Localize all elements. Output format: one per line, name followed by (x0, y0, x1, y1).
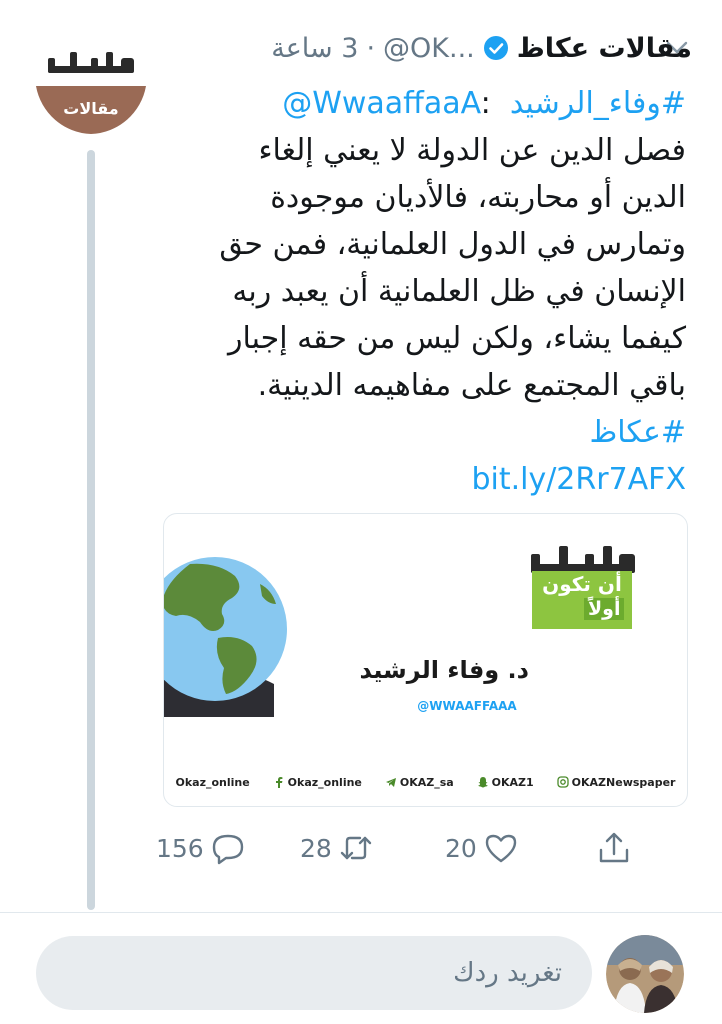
social-instagram: OKAZNewspaper (557, 775, 676, 789)
card-author-title: د. وفاء الرشيد (359, 656, 530, 684)
social-snapchat-text: OKAZ1 (491, 775, 534, 789)
text-line: الدين أو محاربته، فالأديان موجودة (270, 180, 686, 215)
retweet-count: 28 (300, 833, 332, 863)
social-telegram-text: OKAZ_sa (399, 775, 454, 789)
text-line: وتمارس في الدول العلمانية، فمن حق (219, 227, 686, 262)
hashtag-wafaa[interactable]: #وفاء_الرشيد (510, 86, 686, 121)
reply-input[interactable] (36, 936, 592, 1010)
like-button[interactable]: 20 (445, 826, 519, 870)
globe-icon (164, 557, 287, 701)
share-button[interactable] (596, 826, 632, 870)
text-line: كيفما يشاء، ولكن ليس من حقه إجبار (228, 321, 686, 356)
social-snapchat: OKAZ1 (477, 776, 534, 789)
divider (0, 912, 722, 913)
instagram-icon (557, 776, 569, 788)
facebook-icon (275, 777, 283, 788)
snapchat-icon (477, 777, 488, 788)
reply-icon (212, 834, 243, 865)
author-name[interactable]: مقالات عكاظ (517, 33, 692, 64)
social-telegram: OKAZ_sa (385, 776, 454, 789)
tweet-text: #وفاء_الرشيد @WwaaffaaA: فصل الدين عن ال… (166, 80, 686, 503)
card-social-footer: Okaz_online Okaz_online OKAZ_sa OKAZ1 OK… (164, 772, 687, 792)
reply-count: 156 (156, 833, 204, 863)
hashtag-okaz[interactable]: #عكاظ (166, 409, 687, 456)
social-twitter: Okaz_online (175, 776, 249, 789)
mention-link[interactable]: @WwaaffaaA (282, 86, 480, 121)
avatar-label: مقالات (63, 99, 118, 118)
mention-colon: : (480, 86, 491, 121)
short-link[interactable]: bit.ly/2Rr7AFX (166, 456, 686, 503)
telegram-icon (385, 778, 396, 787)
retweet-button[interactable]: 28 (300, 826, 374, 870)
slogan-line-1: أن تكون (542, 572, 622, 596)
social-facebook: Okaz_online (273, 776, 362, 789)
author-handle[interactable]: @OK... (383, 33, 475, 64)
like-count: 20 (445, 833, 477, 863)
tweet-time[interactable]: 3 ساعة (271, 33, 358, 64)
retweet-icon (340, 836, 372, 860)
slogan-line-2: أولاً (584, 598, 625, 620)
social-twitter-text: Okaz_online (175, 775, 250, 789)
heart-icon (485, 834, 517, 863)
share-icon (599, 832, 629, 863)
reply-button[interactable]: 156 (156, 826, 246, 870)
tweet-header: مقالات عكاظ @OK... · 3 ساعة (271, 26, 692, 70)
link-card[interactable]: أن تكون أولاً د. وفاء الرشيد @WWAAFFAAA … (163, 513, 688, 807)
card-author-handle: @WWAAFFAAA (417, 699, 517, 713)
social-facebook-text: Okaz_online (287, 775, 362, 789)
text-line: باقي المجتمع على مفاهيمه الدينية. (257, 368, 686, 403)
time-separator: · (366, 32, 376, 64)
social-instagram-text: OKAZNewspaper (571, 775, 676, 789)
user-avatar[interactable] (606, 935, 684, 1013)
author-avatar[interactable]: مقالات (36, 48, 146, 134)
mention-line: #وفاء_الرشيد @WwaaffaaA: (166, 80, 686, 127)
text-line: الإنسان في ظل العلمانية أن يعبد ربه (232, 274, 686, 309)
verified-badge-icon (483, 36, 508, 60)
thread-line (87, 150, 95, 910)
text-line: فصل الدين عن الدولة لا يعني إلغاء (258, 133, 686, 168)
